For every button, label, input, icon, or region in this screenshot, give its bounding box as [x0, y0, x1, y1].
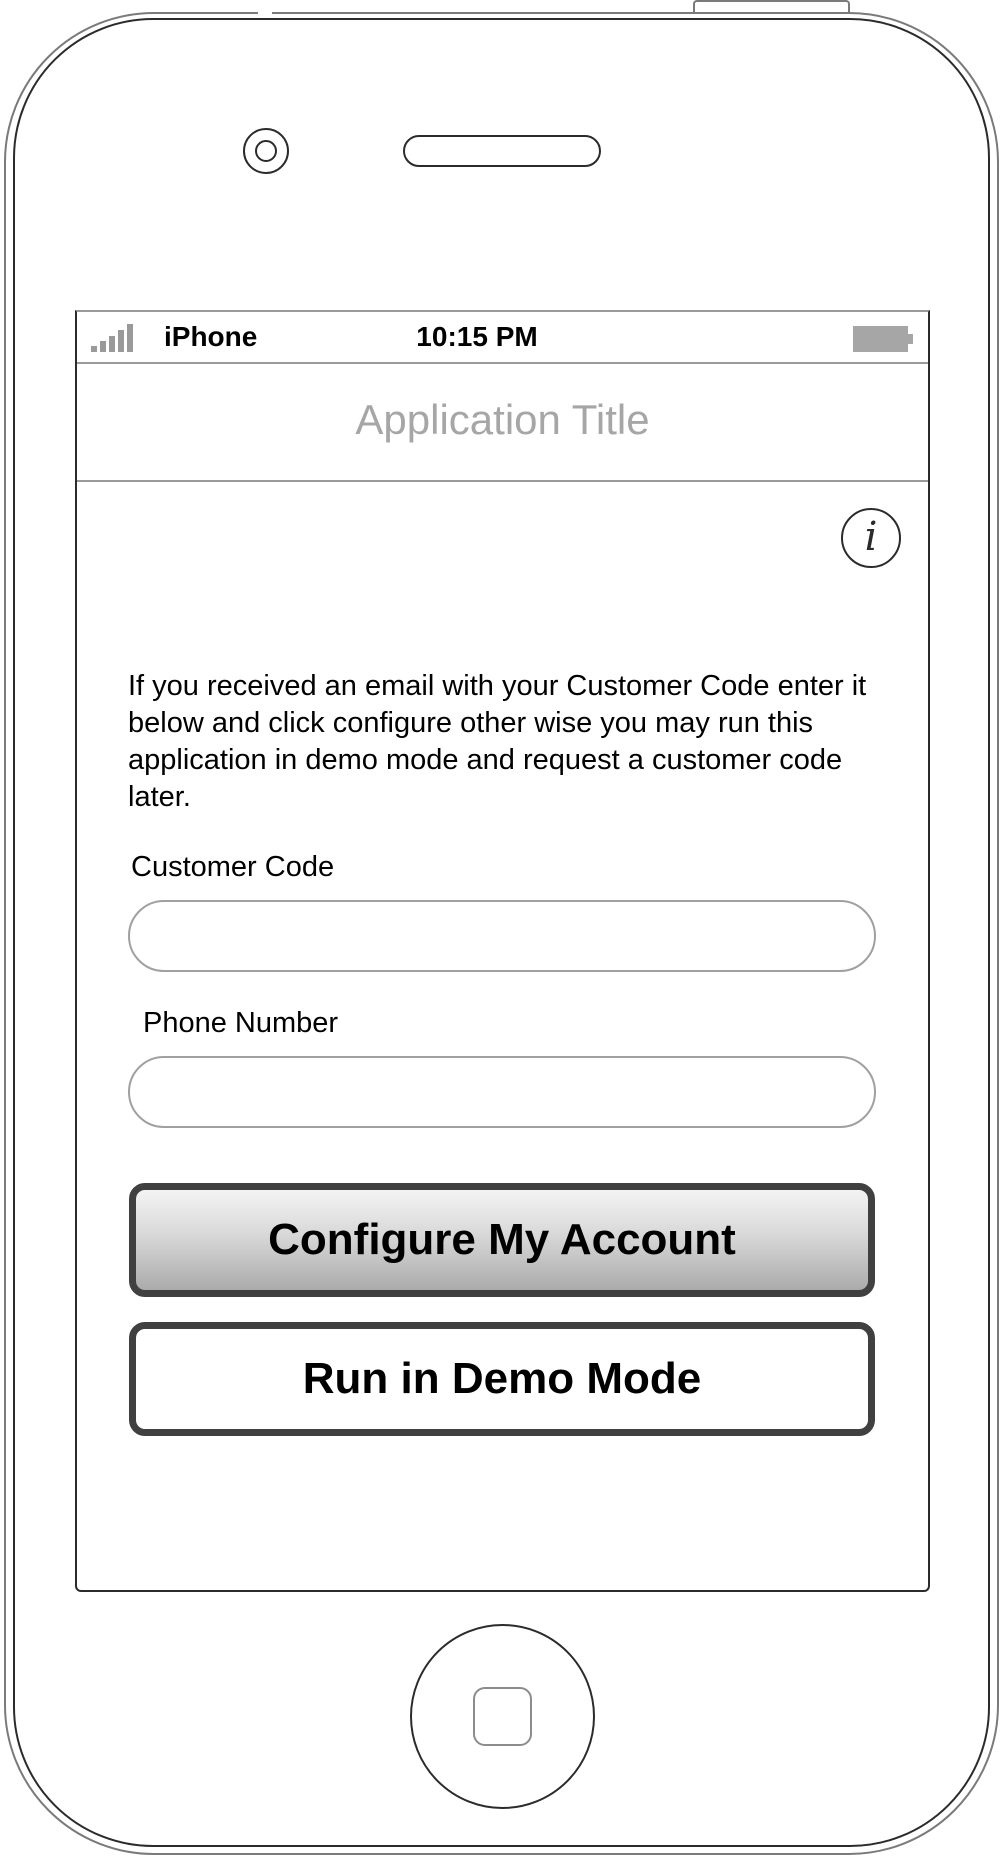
demo-mode-button[interactable]: Run in Demo Mode: [129, 1322, 875, 1436]
customer-code-input[interactable]: [128, 900, 876, 972]
phone-number-label: Phone Number: [143, 1007, 339, 1039]
home-button[interactable]: [410, 1624, 595, 1809]
info-icon[interactable]: i: [841, 508, 901, 568]
front-camera-icon: [243, 128, 289, 174]
app-title: Application Title: [355, 396, 650, 443]
configure-account-button[interactable]: Configure My Account: [129, 1183, 875, 1297]
navigation-bar: Application Title: [77, 364, 928, 482]
status-bar: iPhone 10:15 PM: [77, 312, 928, 364]
phone-number-input[interactable]: [128, 1056, 876, 1128]
carrier-label: iPhone: [164, 321, 258, 352]
battery-icon: [853, 326, 913, 352]
earpiece-speaker: [403, 135, 601, 167]
customer-code-label: Customer Code: [131, 851, 335, 883]
home-square-icon: [473, 1687, 532, 1746]
signal-bars-icon: [91, 324, 133, 352]
instructions-text: If you received an email with your Custo…: [128, 670, 867, 813]
power-button: [693, 0, 850, 12]
camera-lens: [255, 140, 277, 162]
phone-screen: iPhone 10:15 PM Application Title i If y…: [75, 310, 930, 1592]
status-time: 10:15 PM: [416, 321, 538, 352]
